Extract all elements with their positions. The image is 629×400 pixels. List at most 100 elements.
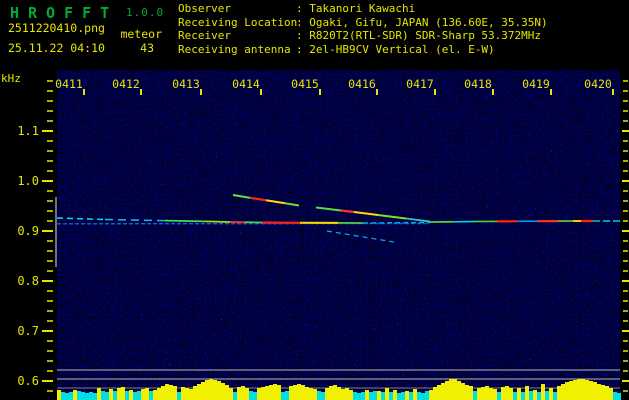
time-tick-label: 0420 [584,77,612,91]
signal-level-bar [453,379,457,400]
station-row-observer: Observer: Takanori Kawachi [178,2,548,16]
signal-level-bar [101,391,105,400]
signal-level-bar [389,392,393,400]
signal-level-bar [165,384,169,400]
signal-level-bar [465,385,469,400]
freq-tick-label: 1.1 [17,124,39,138]
signal-level-bar [509,388,513,400]
signal-level-bar [345,388,349,400]
signal-level-bar [573,380,577,400]
station-row-receiver: Receiver: R820T2(RTL-SDR) SDR-Sharp 53.3… [178,29,548,43]
signal-level-bar [133,392,137,400]
signal-level-bar [553,392,557,400]
signal-level-bar [609,388,613,400]
signal-level-bar [181,387,185,400]
signal-level-bar [485,386,489,400]
station-label: Receiving antenna [178,42,291,56]
signal-level-bar [433,387,437,400]
station-label: Observer [178,2,231,15]
signal-level-bar [517,388,521,400]
signal-level-bar [305,387,309,400]
spectrogram-plot: 1.1 1.0 0.9 0.8 0.7 0.6 0411 0412 0413 0414 0415 04… [17,70,629,400]
signal-level-bar [261,387,265,400]
signal-level-bar [105,392,109,400]
signal-level-bar [81,392,85,400]
signal-level-bar [565,382,569,400]
signal-level-bar [221,383,225,400]
signal-level-bar [601,385,605,400]
signal-level-bar [337,387,341,400]
time-tick-label: 0411 [55,77,83,91]
signal-level-bar [333,385,337,400]
signal-level-bar [533,390,537,400]
signal-level-bar [125,391,129,400]
signal-level-bar [185,388,189,400]
signal-level-bar [549,388,553,400]
signal-level-bar [397,393,401,400]
signal-level-bar [57,390,61,400]
signal-level-bar [537,392,541,400]
signal-level-bar [593,382,597,400]
station-value: R820T2(RTL-SDR) SDR-Sharp 53.372MHz [309,29,542,42]
signal-level-bar [233,392,237,400]
signal-level-bar [385,388,389,400]
hrofft-window: 1.1 1.0 0.9 0.8 0.7 0.6 0411 0412 0413 0414 0415 04… [0,0,629,400]
signal-level-bar [473,391,477,400]
signal-level-bar [353,392,357,400]
spectrogram-trace [340,209,355,214]
signal-level-bar [605,386,609,400]
observation-mode-label: meteor [120,27,162,41]
signal-level-bar [597,384,601,400]
signal-level-bar [373,391,377,400]
signal-level-bar [429,390,433,400]
signal-level-bar [541,384,545,400]
time-tick-label: 0417 [406,77,434,91]
signal-level-bar [381,392,385,400]
signal-level-bar [481,387,485,400]
signal-level-bar [149,391,153,400]
signal-level-bar [521,392,525,400]
time-tick-label: 0418 [464,77,492,91]
signal-level-bar [85,393,89,400]
signal-level-bar [189,389,193,400]
signal-level-bar [73,390,77,400]
signal-level-bar [449,379,453,400]
signal-level-bar [577,379,581,400]
time-tick-label: 0413 [172,77,200,91]
signal-level-bar [109,389,113,400]
signal-level-bar [145,388,149,400]
signal-level-bar [365,390,369,400]
signal-level-bar [589,381,593,400]
separator: : [296,42,310,56]
signal-level-bar [141,389,145,400]
spectrogram-trace [164,219,206,223]
signal-level-bar [321,392,325,400]
signal-level-bar [281,392,285,400]
spectrogram-trace [204,220,231,223]
time-tick-label: 0412 [112,77,140,91]
signal-level-bar [513,392,517,400]
signal-level-bar [201,382,205,400]
time-tick-label: 0419 [522,77,550,91]
signal-level-bar [113,391,117,400]
separator: : [296,2,310,15]
signal-level-bar [177,392,181,400]
signal-level-bar [153,390,157,400]
signal-level-bar [369,392,373,400]
station-value: Takanori Kawachi [309,2,416,15]
signal-level-bar [313,389,317,400]
separator: : [296,15,310,29]
signal-level-bar [249,391,253,400]
signal-level-bar [405,391,409,400]
signal-level-bar [545,391,549,400]
signal-level-bar [69,392,73,400]
signal-level-bar [293,385,297,400]
signal-level-bar [89,392,93,400]
signal-level-bar [357,393,361,400]
freq-unit-label: kHz [1,72,21,85]
signal-level-bar [269,385,273,400]
signal-level-bar [441,383,445,400]
signal-level-bar [129,390,133,400]
signal-level-bar [317,391,321,400]
signal-level-bar [557,386,561,400]
